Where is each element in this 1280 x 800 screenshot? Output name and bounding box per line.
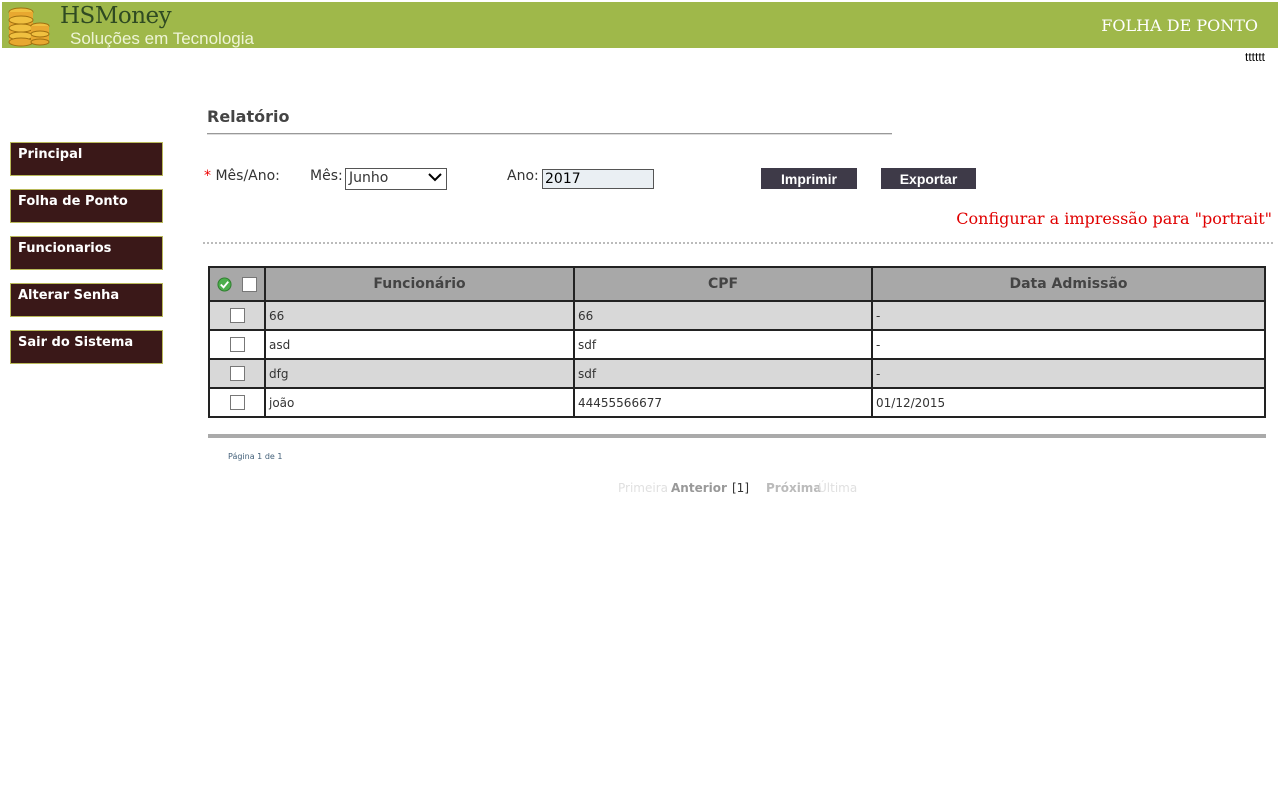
mes-label: Mês: (310, 168, 343, 184)
sidebar-item-folha-de-ponto[interactable]: Folha de Ponto (10, 189, 163, 223)
column-header-cpf[interactable]: CPF (573, 266, 873, 302)
brand-tagline: Soluções em Tecnologia (70, 29, 254, 48)
pagination-first[interactable]: Primeira (618, 481, 668, 495)
check-circle-icon[interactable] (217, 276, 232, 292)
table-row[interactable]: dfg sdf - (208, 358, 1266, 389)
sidebar-item-principal[interactable]: Principal (10, 142, 163, 176)
row-checkbox[interactable] (229, 395, 245, 410)
export-button[interactable]: Exportar (881, 168, 976, 189)
cell-funcionario: asd (264, 329, 575, 360)
filter-form: * Mês/Ano: Mês: Junho Ano: Imprimir Expo… (204, 166, 1274, 192)
coin-stack-icon (8, 7, 50, 47)
row-select-cell (208, 329, 266, 360)
mesano-label: * Mês/Ano: (204, 168, 280, 184)
employee-table: Funcionário CPF Data Admissão 66 66 - as… (208, 266, 1266, 418)
page-info: Página 1 de 1 (228, 452, 283, 461)
row-select-cell (208, 387, 266, 418)
mes-select[interactable]: Junho (345, 168, 447, 190)
pagination-previous[interactable]: Anterior (671, 481, 727, 495)
select-all-checkbox[interactable] (242, 276, 258, 292)
column-header-funcionario[interactable]: Funcionário (264, 266, 575, 302)
sidebar-item-sair[interactable]: Sair do Sistema (10, 330, 163, 364)
cell-cpf: 44455566677 (573, 387, 873, 418)
brand-name: HSMoney (60, 3, 172, 29)
dotted-divider (203, 242, 1273, 244)
page-title: Relatório (207, 107, 290, 126)
ano-input[interactable] (542, 169, 654, 189)
table-row[interactable]: asd sdf - (208, 329, 1266, 360)
pagination-current[interactable]: [1] (732, 481, 749, 495)
cell-data-admissao: - (871, 329, 1266, 360)
cell-data-admissao: - (871, 300, 1266, 331)
table-footer-bar (208, 434, 1266, 438)
chevron-down-icon (428, 173, 442, 182)
sidebar-menu: Principal Folha de Ponto Funcionarios Al… (10, 142, 167, 377)
required-mark: * (204, 168, 211, 184)
row-checkbox[interactable] (229, 337, 245, 352)
row-select-cell (208, 358, 266, 389)
module-title: FOLHA DE PONTO (1101, 16, 1258, 35)
sidebar-item-funcionarios[interactable]: Funcionarios (10, 236, 163, 270)
print-button[interactable]: Imprimir (761, 168, 857, 189)
column-header-data-admissao[interactable]: Data Admissão (871, 266, 1266, 302)
select-column-header (208, 266, 266, 302)
table-header-row: Funcionário CPF Data Admissão (208, 266, 1266, 302)
cell-data-admissao: 01/12/2015 (871, 387, 1266, 418)
cell-funcionario: joão (264, 387, 575, 418)
username-label: tttttt (1244, 50, 1265, 64)
cell-data-admissao: - (871, 358, 1266, 389)
mes-select-value: Junho (349, 170, 389, 186)
cell-cpf: sdf (573, 358, 873, 389)
top-header-bar: HSMoney Soluções em Tecnologia FOLHA DE … (2, 2, 1278, 48)
table-row[interactable]: 66 66 - (208, 300, 1266, 331)
cell-cpf: 66 (573, 300, 873, 331)
ano-label: Ano: (507, 168, 539, 184)
table-row[interactable]: joão 44455566677 01/12/2015 (208, 387, 1266, 418)
title-divider (207, 133, 892, 135)
row-checkbox[interactable] (229, 366, 245, 381)
sidebar-item-alterar-senha[interactable]: Alterar Senha (10, 283, 163, 317)
print-config-note: Configurar a impressão para "portrait" (956, 209, 1272, 228)
row-select-cell (208, 300, 266, 331)
pagination-last[interactable]: Última (818, 481, 857, 495)
pagination-next[interactable]: Próxima (766, 481, 821, 495)
cell-cpf: sdf (573, 329, 873, 360)
cell-funcionario: 66 (264, 300, 575, 331)
row-checkbox[interactable] (229, 308, 245, 323)
mesano-label-text: Mês/Ano: (215, 168, 280, 184)
cell-funcionario: dfg (264, 358, 575, 389)
